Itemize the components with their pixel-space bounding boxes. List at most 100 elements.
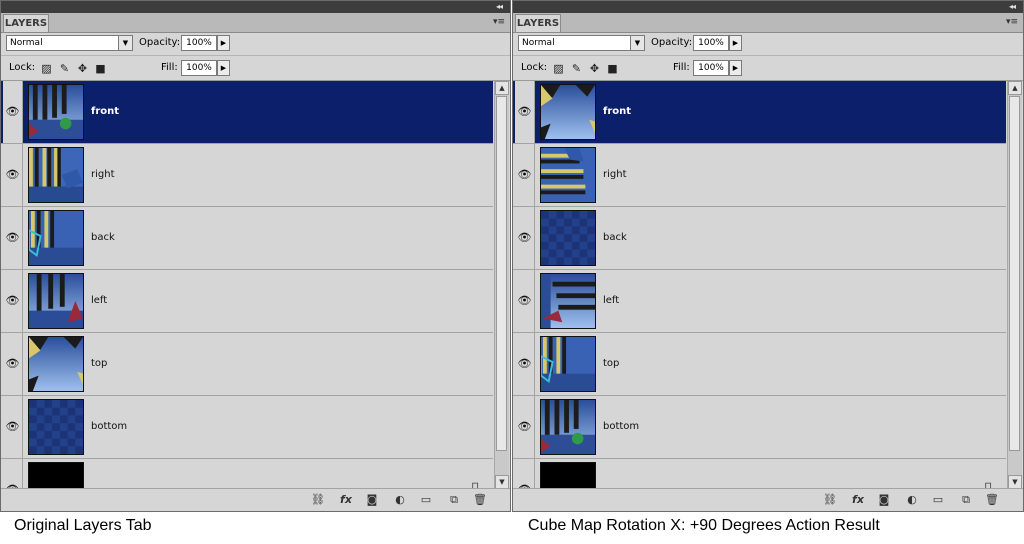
chevron-down-icon[interactable]: ▼ bbox=[630, 36, 644, 50]
scroll-up-icon[interactable]: ▲ bbox=[495, 81, 509, 95]
scrollbar-thumb[interactable] bbox=[496, 96, 507, 451]
lock-pixels-icon[interactable]: ✎ bbox=[59, 63, 70, 74]
scrollbar-thumb[interactable] bbox=[1009, 96, 1020, 451]
layer-row-background[interactable]: 👁Background⊓ bbox=[1, 459, 493, 489]
eye-visibility-icon[interactable]: 👁 bbox=[515, 459, 535, 489]
eye-visibility-icon[interactable]: 👁 bbox=[515, 270, 535, 332]
scroll-down-icon[interactable]: ▼ bbox=[495, 475, 509, 489]
layer-name[interactable]: bottom bbox=[603, 396, 639, 458]
eye-visibility-icon[interactable]: 👁 bbox=[3, 459, 23, 489]
layer-list-scrollbar[interactable]: ▲ ▼ bbox=[1007, 81, 1022, 489]
layer-thumbnail[interactable] bbox=[540, 336, 596, 392]
layer-row-back[interactable]: 👁 back bbox=[513, 207, 1006, 270]
layer-thumbnail[interactable] bbox=[540, 210, 596, 266]
link-layers-icon[interactable]: ⛓ bbox=[823, 493, 837, 507]
layer-thumbnail[interactable] bbox=[28, 399, 84, 455]
lock-pixels-icon[interactable]: ✎ bbox=[571, 63, 582, 74]
collapse-panel-icon[interactable]: ◂◂ bbox=[1009, 1, 1016, 13]
blend-mode-select[interactable]: Normal ▼ bbox=[6, 35, 133, 51]
fill-field[interactable]: 100% bbox=[693, 60, 729, 76]
lock-all-icon[interactable]: ■ bbox=[607, 63, 618, 74]
new-group-icon[interactable]: ▭ bbox=[931, 493, 945, 507]
opacity-field[interactable]: 100% bbox=[181, 35, 217, 51]
chevron-down-icon[interactable]: ▼ bbox=[118, 36, 132, 50]
eye-visibility-icon[interactable]: 👁 bbox=[515, 81, 535, 143]
fx-icon[interactable]: fx bbox=[851, 493, 865, 507]
add-mask-icon[interactable]: ◙ bbox=[365, 493, 379, 507]
layer-thumbnail[interactable] bbox=[28, 336, 84, 392]
eye-visibility-icon[interactable]: 👁 bbox=[3, 270, 23, 332]
layer-row-left[interactable]: 👁 left bbox=[1, 270, 493, 333]
eye-visibility-icon[interactable]: 👁 bbox=[515, 144, 535, 206]
layer-thumbnail[interactable] bbox=[28, 147, 84, 203]
layer-name[interactable]: top bbox=[91, 333, 107, 395]
layer-name[interactable]: right bbox=[91, 144, 115, 206]
layer-row-top[interactable]: 👁 top bbox=[513, 333, 1006, 396]
layer-name[interactable]: front bbox=[91, 81, 119, 143]
add-mask-icon[interactable]: ◙ bbox=[877, 493, 891, 507]
new-layer-icon[interactable]: ⧉ bbox=[447, 493, 461, 507]
layer-row-back[interactable]: 👁 back bbox=[1, 207, 493, 270]
blend-mode-select[interactable]: Normal ▼ bbox=[518, 35, 645, 51]
layer-thumbnail[interactable] bbox=[28, 462, 84, 489]
scroll-down-icon[interactable]: ▼ bbox=[1008, 475, 1022, 489]
panel-menu-icon[interactable]: ▾≡ bbox=[493, 15, 505, 29]
layer-thumbnail[interactable] bbox=[540, 273, 596, 329]
layer-row-front[interactable]: 👁 front bbox=[1, 81, 493, 144]
fill-slider-button[interactable]: ▶ bbox=[729, 60, 742, 76]
lock-transparency-icon[interactable]: ▨ bbox=[41, 63, 52, 74]
eye-visibility-icon[interactable]: 👁 bbox=[3, 333, 23, 395]
opacity-slider-button[interactable]: ▶ bbox=[729, 35, 742, 51]
layer-name[interactable]: bottom bbox=[91, 396, 127, 458]
layer-thumbnail[interactable] bbox=[540, 147, 596, 203]
layer-thumbnail[interactable] bbox=[540, 84, 596, 140]
fill-slider-button[interactable]: ▶ bbox=[217, 60, 230, 76]
new-layer-icon[interactable]: ⧉ bbox=[959, 493, 973, 507]
layer-row-top[interactable]: 👁 top bbox=[1, 333, 493, 396]
opacity-slider-button[interactable]: ▶ bbox=[217, 35, 230, 51]
eye-visibility-icon[interactable]: 👁 bbox=[515, 396, 535, 458]
lock-position-icon[interactable]: ✥ bbox=[589, 63, 600, 74]
scroll-up-icon[interactable]: ▲ bbox=[1008, 81, 1022, 95]
eye-visibility-icon[interactable]: 👁 bbox=[3, 396, 23, 458]
eye-visibility-icon[interactable]: 👁 bbox=[3, 207, 23, 269]
layer-name[interactable]: left bbox=[603, 270, 619, 332]
trash-icon[interactable]: 🗑 bbox=[473, 493, 487, 507]
tab-layers[interactable]: LAYERS bbox=[3, 14, 49, 32]
layer-name[interactable]: back bbox=[91, 207, 115, 269]
layer-row-right[interactable]: 👁 right bbox=[1, 144, 493, 207]
layer-row-front[interactable]: 👁 front bbox=[513, 81, 1006, 144]
lock-position-icon[interactable]: ✥ bbox=[77, 63, 88, 74]
new-group-icon[interactable]: ▭ bbox=[419, 493, 433, 507]
layer-thumbnail[interactable] bbox=[28, 84, 84, 140]
collapse-panel-icon[interactable]: ◂◂ bbox=[496, 1, 503, 13]
layer-name[interactable]: top bbox=[603, 333, 619, 395]
eye-visibility-icon[interactable]: 👁 bbox=[3, 81, 23, 143]
trash-icon[interactable]: 🗑 bbox=[985, 493, 999, 507]
tab-layers[interactable]: LAYERS bbox=[515, 14, 561, 32]
fill-field[interactable]: 100% bbox=[181, 60, 217, 76]
layer-name[interactable]: back bbox=[603, 207, 627, 269]
adjustment-layer-icon[interactable]: ◐ bbox=[905, 493, 919, 507]
link-layers-icon[interactable]: ⛓ bbox=[311, 493, 325, 507]
layer-row-bottom[interactable]: 👁 bottom bbox=[1, 396, 493, 459]
layer-thumbnail[interactable] bbox=[540, 399, 596, 455]
adjustment-layer-icon[interactable]: ◐ bbox=[393, 493, 407, 507]
fx-icon[interactable]: fx bbox=[339, 493, 353, 507]
layer-list-scrollbar[interactable]: ▲ ▼ bbox=[494, 81, 509, 489]
layer-thumbnail[interactable] bbox=[540, 462, 596, 489]
layer-row-right[interactable]: 👁 right bbox=[513, 144, 1006, 207]
panel-menu-icon[interactable]: ▾≡ bbox=[1006, 15, 1018, 29]
layer-name[interactable]: front bbox=[603, 81, 631, 143]
layer-thumbnail[interactable] bbox=[28, 273, 84, 329]
opacity-field[interactable]: 100% bbox=[693, 35, 729, 51]
eye-visibility-icon[interactable]: 👁 bbox=[515, 207, 535, 269]
eye-visibility-icon[interactable]: 👁 bbox=[515, 333, 535, 395]
eye-visibility-icon[interactable]: 👁 bbox=[3, 144, 23, 206]
layer-row-left[interactable]: 👁 left bbox=[513, 270, 1006, 333]
layer-row-bottom[interactable]: 👁 bottom bbox=[513, 396, 1006, 459]
layer-name[interactable]: Background bbox=[603, 473, 663, 489]
layer-name[interactable]: right bbox=[603, 144, 627, 206]
layer-name[interactable]: Background bbox=[91, 473, 151, 489]
lock-all-icon[interactable]: ■ bbox=[95, 63, 106, 74]
